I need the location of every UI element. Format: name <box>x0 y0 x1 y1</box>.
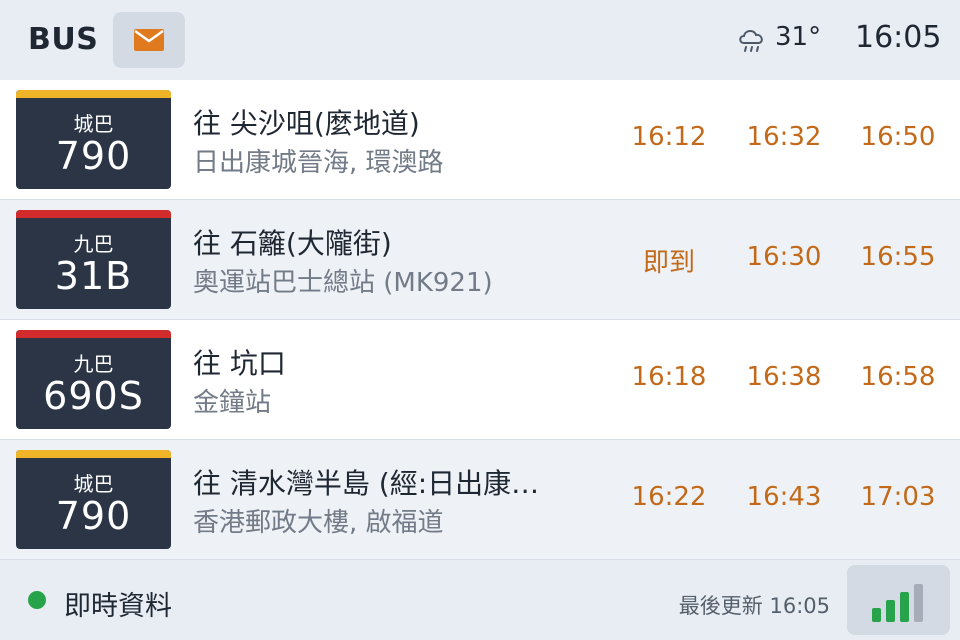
eta-2: 16:32 <box>746 122 822 152</box>
operator-name: 九巴 <box>73 232 114 256</box>
signal-bar <box>900 592 909 622</box>
last-updated: 最後更新 16:05 <box>678 594 830 618</box>
route-badge: 城巴 790 <box>16 90 171 189</box>
operator-name: 九巴 <box>73 352 114 376</box>
operator-name: 城巴 <box>73 112 114 136</box>
route-number: 690S <box>43 374 144 418</box>
live-indicator-icon <box>28 591 46 609</box>
envelope-icon <box>134 29 164 51</box>
eta-3: 16:55 <box>860 242 936 272</box>
destination: 往 石籬(大隴街) <box>193 227 392 260</box>
stop-name: 金鐘站 <box>193 388 272 418</box>
destination: 往 尖沙咀(麼地道) <box>193 107 420 140</box>
operator-stripe <box>16 90 171 98</box>
stop-name: 日出康城晉海, 環澳路 <box>193 148 444 178</box>
operator-name: 城巴 <box>73 472 114 496</box>
eta-2: 16:38 <box>746 362 822 392</box>
route-badge: 九巴 31B <box>16 210 171 309</box>
eta-3: 16:58 <box>860 362 936 392</box>
mail-button[interactable] <box>113 12 185 68</box>
destination: 往 坑口 <box>193 347 286 380</box>
operator-stripe <box>16 330 171 338</box>
top-bar: BUS 31° 16:05 <box>0 0 960 80</box>
eta-1: 16:12 <box>631 122 707 152</box>
signal-bar <box>872 608 881 622</box>
operator-stripe <box>16 450 171 458</box>
route-row[interactable]: 九巴 690S 往 坑口 金鐘站 16:18 16:38 16:58 <box>0 320 960 439</box>
route-row[interactable]: 城巴 790 往 清水灣半島 (經:日出康… 香港郵政大樓, 啟福道 16:22… <box>0 440 960 559</box>
route-number: 31B <box>54 254 133 298</box>
status-bar: 即時資料 最後更新 16:05 <box>0 560 960 640</box>
operator-stripe <box>16 210 171 218</box>
eta-1: 即到 <box>642 248 695 278</box>
destination: 往 清水灣半島 (經:日出康… <box>193 467 540 500</box>
cloud-rain-icon <box>739 30 763 52</box>
eta-1: 16:22 <box>631 482 707 512</box>
route-badge: 九巴 690S <box>16 330 171 429</box>
eta-3: 16:50 <box>860 122 936 152</box>
temperature: 31° <box>775 22 822 52</box>
eta-2: 16:43 <box>746 482 822 512</box>
clock: 16:05 <box>855 20 942 55</box>
app-title: BUS <box>28 22 99 57</box>
stop-name: 奧運站巴士總站 (MK921) <box>193 268 493 298</box>
signal-button[interactable] <box>847 565 950 635</box>
route-badge: 城巴 790 <box>16 450 171 549</box>
live-data-label: 即時資料 <box>64 591 172 622</box>
route-number: 790 <box>55 494 132 538</box>
signal-bar <box>914 584 923 622</box>
signal-bar <box>886 600 895 622</box>
eta-2: 16:30 <box>746 242 822 272</box>
route-row[interactable]: 城巴 790 往 尖沙咀(麼地道) 日出康城晉海, 環澳路 16:12 16:3… <box>0 80 960 199</box>
route-number: 790 <box>55 134 132 178</box>
eta-3: 17:03 <box>860 482 936 512</box>
stop-name: 香港郵政大樓, 啟福道 <box>193 508 444 538</box>
route-row[interactable]: 九巴 31B 往 石籬(大隴街) 奧運站巴士總站 (MK921) 即到 16:3… <box>0 200 960 319</box>
eta-1: 16:18 <box>631 362 707 392</box>
